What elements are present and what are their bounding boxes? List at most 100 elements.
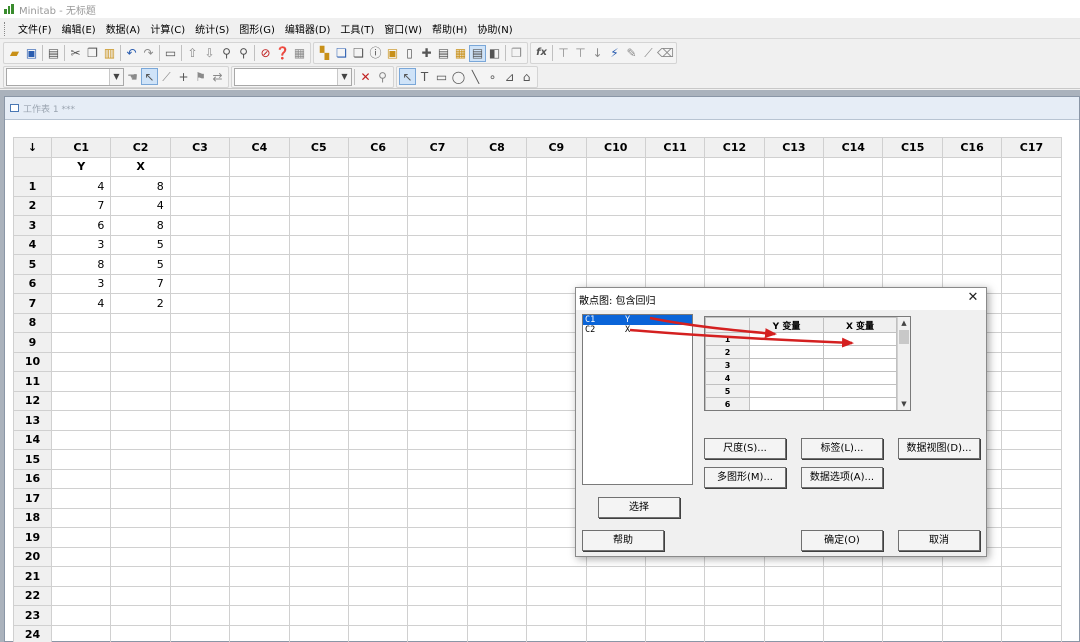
cancel-icon[interactable]: ⊘ [257, 45, 274, 62]
grid-cell[interactable] [882, 215, 943, 236]
grid-cell[interactable] [347, 507, 409, 528]
grid-cell[interactable] [763, 195, 825, 216]
grid-cell[interactable] [763, 215, 825, 236]
show-graphs-icon[interactable]: ❏ [350, 45, 367, 62]
grid-cell[interactable] [407, 546, 468, 567]
y-variable-cell[interactable] [749, 358, 824, 372]
column-header[interactable]: C6 [347, 137, 409, 158]
grid-cell[interactable] [50, 585, 112, 606]
grid-cell[interactable] [169, 351, 231, 372]
grid-cell[interactable]: 2 [110, 293, 171, 314]
row-header[interactable]: 10 [13, 351, 52, 372]
grid-cell[interactable] [704, 234, 765, 255]
stat-guide-icon[interactable]: ▦ [291, 45, 308, 62]
grid-cell[interactable] [941, 624, 1003, 642]
grid-cell[interactable] [466, 488, 528, 509]
column-header[interactable]: C1 [50, 137, 112, 158]
grid-cell[interactable] [466, 429, 528, 450]
grid-cell[interactable] [229, 429, 290, 450]
grid-cell[interactable] [882, 176, 943, 197]
grid-cell[interactable] [50, 390, 112, 411]
grid-cell[interactable] [466, 234, 528, 255]
grid-cell[interactable] [169, 546, 231, 567]
swap-icon[interactable]: ⇄ [209, 68, 226, 85]
grid-cell[interactable] [50, 605, 112, 626]
grid-cell[interactable] [1001, 468, 1062, 489]
grid-cell[interactable] [229, 234, 290, 255]
fx-icon[interactable]: fx [533, 45, 550, 62]
grid-cell[interactable] [526, 566, 587, 587]
grid-cell[interactable] [644, 234, 706, 255]
grid-cell[interactable] [288, 293, 349, 314]
grid-cell[interactable] [229, 371, 290, 392]
grid-cell[interactable] [585, 195, 646, 216]
grid-cell[interactable] [941, 585, 1003, 606]
ellipse-tool-icon[interactable]: ◯ [450, 68, 467, 85]
grid-cell[interactable]: 5 [110, 234, 171, 255]
grid-cell[interactable] [823, 624, 884, 642]
row-header[interactable]: 15 [13, 449, 52, 470]
grid-cell[interactable] [169, 624, 231, 642]
grid-cell[interactable] [466, 507, 528, 528]
grid-cell[interactable] [882, 624, 943, 642]
grid-cell[interactable] [347, 195, 409, 216]
dialog-titlebar[interactable]: 散点图: 包含回归 ✕ [576, 288, 986, 310]
grid-cell[interactable] [466, 468, 528, 489]
grid-cell[interactable] [1001, 624, 1062, 642]
grid-cell[interactable] [407, 624, 468, 642]
x-variable-cell[interactable] [823, 345, 897, 359]
column-name-cell[interactable] [169, 156, 231, 177]
grid-cell[interactable] [50, 468, 112, 489]
polyline-tool-icon[interactable]: ⊿ [501, 68, 518, 85]
grid-cell[interactable] [407, 449, 468, 470]
grid-cell[interactable] [941, 254, 1003, 275]
grid-cell[interactable]: 4 [110, 195, 171, 216]
grid-cell[interactable] [466, 585, 528, 606]
grid-cell[interactable] [407, 527, 468, 548]
brush-icon[interactable]: ⊤ [555, 45, 572, 62]
grid-cell[interactable] [288, 390, 349, 411]
grid-cell[interactable] [466, 351, 528, 372]
column-header[interactable]: C17 [1001, 137, 1062, 158]
grid-cell[interactable] [466, 546, 528, 567]
row-header[interactable]: 13 [13, 410, 52, 431]
grid-cell[interactable] [169, 293, 231, 314]
y-variable-cell[interactable] [749, 371, 824, 385]
row-header[interactable]: 2 [13, 195, 52, 216]
grid-cell[interactable] [288, 332, 349, 353]
grid-cell[interactable] [347, 468, 409, 489]
grid-cell[interactable] [50, 624, 112, 642]
grid-cell[interactable] [1001, 566, 1062, 587]
x-variable-cell[interactable] [823, 332, 897, 346]
grid-cell[interactable] [644, 585, 706, 606]
grid-cell[interactable] [704, 585, 765, 606]
scroll-up-icon[interactable]: ▲ [898, 317, 910, 329]
grid-cell[interactable] [763, 624, 825, 642]
grid-cell[interactable] [466, 624, 528, 642]
row-header[interactable]: 7 [13, 293, 52, 314]
grid-cell[interactable] [288, 566, 349, 587]
grid-cell[interactable] [169, 527, 231, 548]
grid-cell[interactable] [1001, 390, 1062, 411]
grid-cell[interactable] [347, 585, 409, 606]
menu-tools[interactable]: 工具(T) [335, 21, 379, 36]
grid-cell[interactable] [941, 234, 1003, 255]
grid-cell[interactable] [288, 215, 349, 236]
grid-cell[interactable] [407, 312, 468, 333]
grid-cell[interactable]: 4 [50, 176, 112, 197]
grid-cell[interactable] [407, 468, 468, 489]
table-scrollbar[interactable]: ▲ ▼ [897, 317, 910, 410]
grid-cell[interactable] [407, 273, 468, 294]
paste-icon[interactable]: ▥ [101, 45, 118, 62]
rectangle-tool-icon[interactable]: ▭ [433, 68, 450, 85]
grid-cell[interactable] [466, 410, 528, 431]
grid-cell[interactable] [347, 332, 409, 353]
grid-cell[interactable] [229, 410, 290, 431]
grid-cell[interactable] [229, 449, 290, 470]
grid-cell[interactable] [288, 429, 349, 450]
grid-cell[interactable] [526, 215, 587, 236]
insert-row-below-icon[interactable]: ⇩ [201, 45, 218, 62]
print-icon[interactable]: ▤ [45, 45, 62, 62]
grid-cell[interactable] [169, 176, 231, 197]
grid-cell[interactable] [644, 215, 706, 236]
